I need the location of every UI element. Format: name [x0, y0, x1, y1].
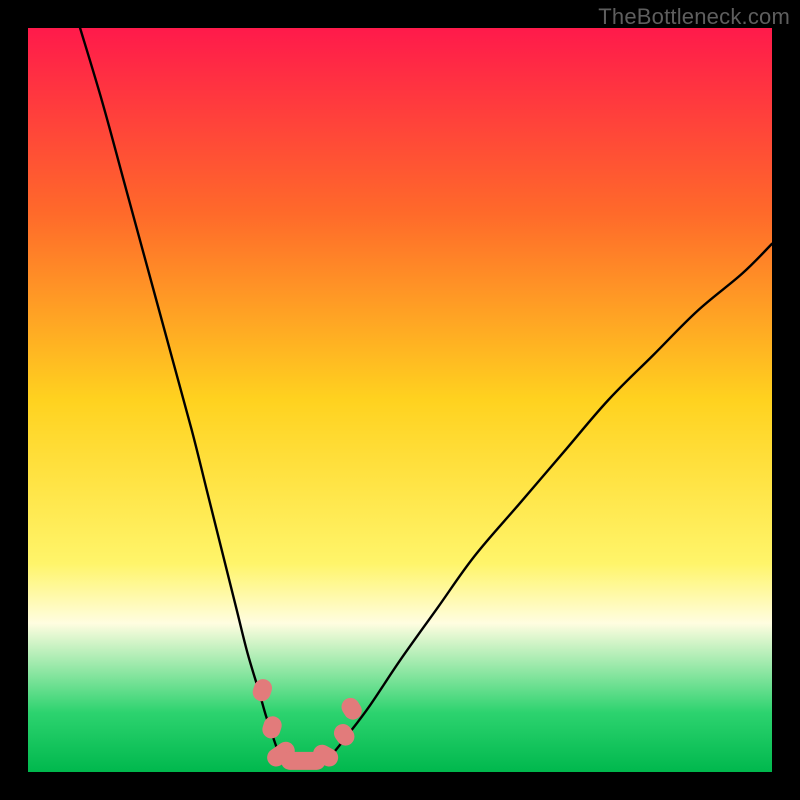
watermark-text: TheBottleneck.com — [598, 4, 790, 30]
chart-frame: TheBottleneck.com — [0, 0, 800, 800]
bottleneck-chart — [28, 28, 772, 772]
plot-area — [28, 28, 772, 772]
